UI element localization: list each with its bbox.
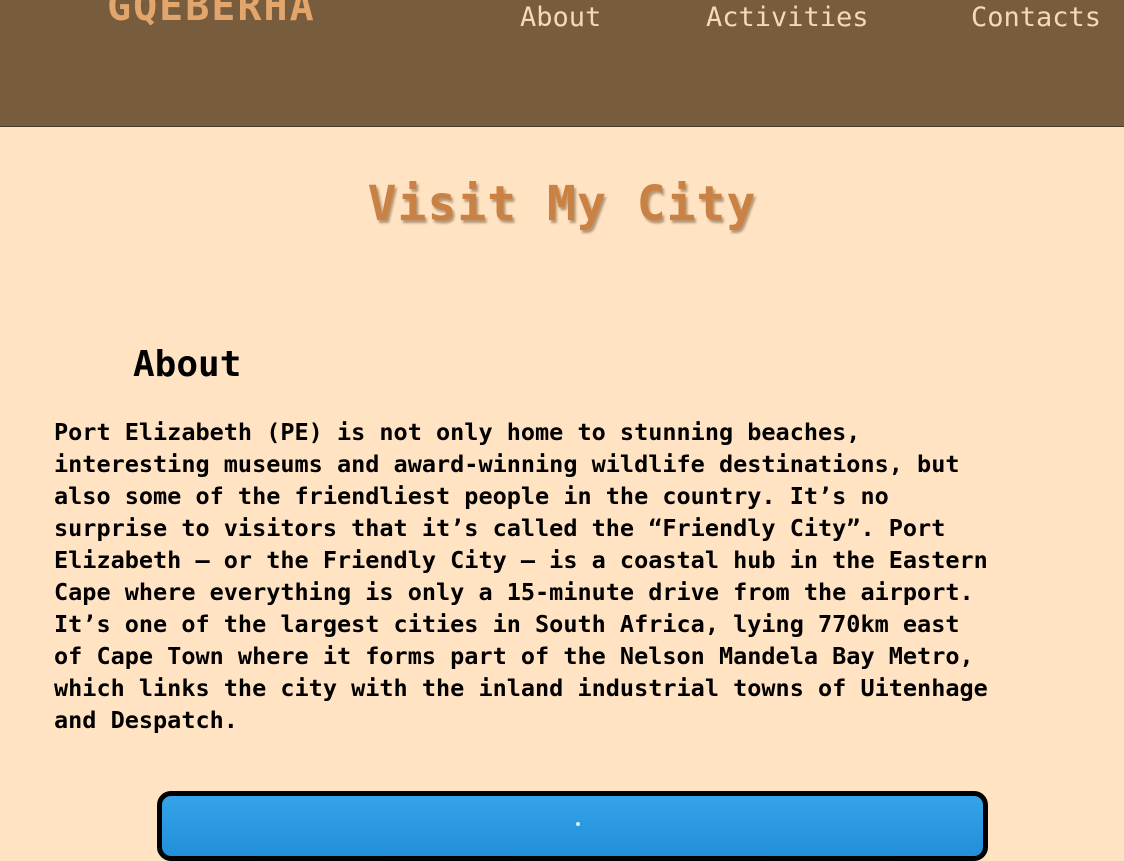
about-paragraph: Port Elizabeth (PE) is not only home to …	[54, 418, 988, 734]
nav-link-activities[interactable]: Activities	[706, 2, 869, 33]
about-heading: About	[133, 344, 242, 385]
page-title: Visit My City	[367, 176, 757, 232]
nav-link-contacts[interactable]: Contacts	[971, 2, 1101, 33]
nav-link-about[interactable]: About	[520, 2, 601, 33]
site-header: GQEBERHA About Activities Contacts	[0, 0, 1124, 127]
photo-sky-detail	[576, 822, 580, 826]
site-logo[interactable]: GQEBERHA	[107, 0, 316, 30]
city-photo	[157, 791, 988, 861]
